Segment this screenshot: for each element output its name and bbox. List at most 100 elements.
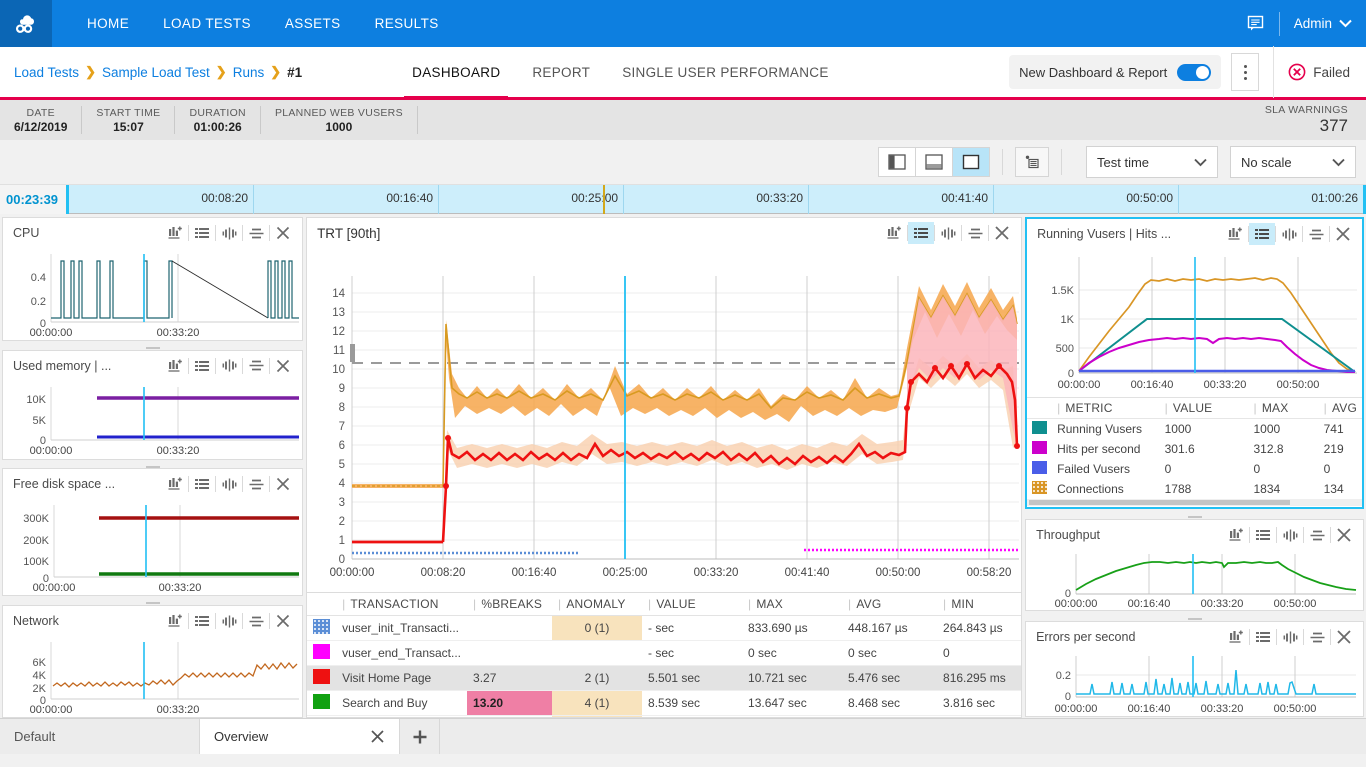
split-icon[interactable] [243,355,269,377]
tab-report[interactable]: REPORT [516,46,606,99]
legend-icon[interactable] [1250,626,1276,648]
th-metric-avg[interactable]: |AVG [1319,398,1362,419]
metrics-row[interactable]: Failed Vusers 0 0 0 [1027,459,1362,479]
breadcrumb-item-sample-load-test[interactable]: Sample Load Test [102,65,210,80]
merge-icon[interactable] [1277,524,1303,546]
add-tab-button[interactable] [400,719,440,754]
breadcrumb-item-load-tests[interactable]: Load Tests [14,65,79,80]
breadcrumb-item-runs[interactable]: Runs [233,65,265,80]
th-max[interactable]: |MAX [742,593,842,616]
th-transaction[interactable]: |TRANSACTION [336,593,467,616]
panel-free-disk-space[interactable]: Free disk space ... 300K 200K [2,468,303,596]
metrics-row[interactable]: Hits per second 301.6 312.8 219 [1027,439,1362,459]
merge-icon[interactable] [216,473,242,495]
split-icon[interactable] [1304,626,1330,648]
add-chart-icon[interactable] [1223,626,1249,648]
toggle-switch[interactable] [1177,64,1211,81]
message-icon[interactable] [1246,14,1265,33]
panel-network[interactable]: Network 6K 4K 2K 0 [2,605,303,718]
th-breaks[interactable]: |%BREAKS [467,593,552,616]
transaction-table-wrapper[interactable]: |TRANSACTION |%BREAKS |ANOMALY |VALUE |M… [307,592,1021,717]
panel-throughput[interactable]: Throughput 0 [1025,519,1364,611]
close-icon[interactable] [270,473,296,495]
more-options-button[interactable] [1231,53,1259,91]
legend-icon[interactable] [1249,223,1275,245]
metrics-horizontal-scrollbar[interactable] [1027,499,1362,506]
split-icon[interactable] [243,610,269,632]
close-icon[interactable] [1330,223,1356,245]
table-row[interactable]: vuser_end_Transact... - sec 0 sec 0 sec … [307,641,1021,666]
tab-single-user-performance[interactable]: SINGLE USER PERFORMANCE [606,46,844,99]
split-icon[interactable] [962,222,988,244]
add-chart-icon[interactable] [162,473,188,495]
metrics-row[interactable]: Running Vusers 1000 1000 741 [1027,419,1362,440]
split-icon[interactable] [1304,524,1330,546]
legend-icon[interactable] [189,222,215,244]
app-logo[interactable] [0,0,52,47]
close-icon[interactable] [270,355,296,377]
th-avg[interactable]: |AVG [842,593,937,616]
merge-icon[interactable] [1276,223,1302,245]
add-chart-icon[interactable] [162,222,188,244]
time-mode-select[interactable]: Test time [1086,146,1218,178]
nav-link-load-tests[interactable]: LOAD TESTS [146,0,268,47]
nav-link-assets[interactable]: ASSETS [268,0,358,47]
user-menu[interactable]: Admin [1294,16,1352,31]
metrics-row[interactable]: Connections 1788 1834 134 [1027,479,1362,499]
split-icon[interactable] [243,222,269,244]
split-icon[interactable] [1303,223,1329,245]
layout-left-button[interactable] [878,147,916,177]
th-metric[interactable]: |METRIC [1052,398,1160,419]
layout-bottom-button[interactable] [915,147,953,177]
legend-icon[interactable] [189,610,215,632]
merge-icon[interactable] [216,222,242,244]
merge-icon[interactable] [935,222,961,244]
tab-dashboard[interactable]: DASHBOARD [396,46,516,99]
th-metric-max[interactable]: |MAX [1249,398,1319,419]
legend-icon[interactable] [1250,524,1276,546]
add-chart-icon[interactable] [881,222,907,244]
scale-select[interactable]: No scale [1230,146,1356,178]
panel-cpu[interactable]: CPU 0.4 0.2 0 [2,217,303,341]
add-chart-icon[interactable] [162,610,188,632]
th-min[interactable]: |MIN [937,593,1021,616]
close-icon[interactable] [270,222,296,244]
panel-used-memory[interactable]: Used memory | ... 10K 5K 0 [2,350,303,460]
split-icon[interactable] [243,473,269,495]
th-value[interactable]: |VALUE [642,593,742,616]
nav-link-results[interactable]: RESULTS [358,0,456,47]
panel-trt-title: TRT [90th] [317,226,380,241]
add-chart-icon[interactable] [1223,524,1249,546]
close-icon[interactable] [989,222,1015,244]
close-icon[interactable] [346,729,385,744]
bottom-tab-default[interactable]: Default [0,719,200,754]
layout-full-button[interactable] [952,147,990,177]
legend-toggle-button[interactable] [1015,147,1049,177]
add-chart-icon[interactable] [1222,223,1248,245]
close-icon[interactable] [1331,626,1357,648]
merge-icon[interactable] [216,610,242,632]
table-row[interactable]: vuser_init_Transacti... 0 (1) - sec 833.… [307,616,1021,641]
metrics-table-wrapper[interactable]: |METRIC |VALUE |MAX |AVG Running Vusers … [1027,397,1362,507]
panel-trt[interactable]: TRT [90th] 141312 [306,217,1022,718]
bottom-tab-overview[interactable]: Overview [200,719,400,754]
table-row[interactable]: Search and Buy 13.20 4 (1) 8.539 sec 13.… [307,691,1021,716]
nav-link-home[interactable]: HOME [70,0,146,47]
legend-icon[interactable] [189,473,215,495]
panel-errors-per-second[interactable]: Errors per second 0.2 0 [1025,621,1364,717]
merge-icon[interactable] [216,355,242,377]
metric-max: 1000 [1249,419,1319,440]
legend-icon[interactable] [908,222,934,244]
legend-icon[interactable] [189,355,215,377]
merge-icon[interactable] [1277,626,1303,648]
close-icon[interactable] [270,610,296,632]
close-icon[interactable] [1331,524,1357,546]
table-row[interactable]: Action_Transaction 4 (1) 8.539 sec 13.64… [307,716,1021,718]
add-chart-icon[interactable] [162,355,188,377]
new-dashboard-toggle[interactable]: New Dashboard & Report [1009,55,1221,89]
th-anomaly[interactable]: |ANOMALY [552,593,642,616]
timeline-ruler[interactable]: 00:23:39 00:08:20 00:16:40 00:25:00 00:3… [0,185,1366,214]
panel-running-vusers[interactable]: Running Vusers | Hits ... 1.5K1K [1025,217,1364,509]
table-row[interactable]: Visit Home Page 3.27 2 (1) 5.501 sec 10.… [307,666,1021,691]
th-metric-value[interactable]: |VALUE [1160,398,1249,419]
